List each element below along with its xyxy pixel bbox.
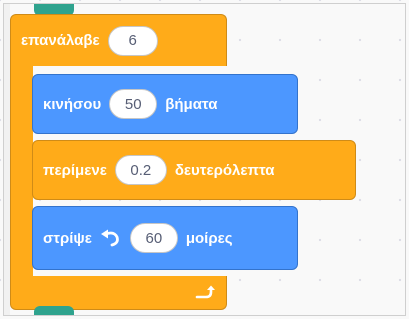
repeat-arrow-icon: [195, 285, 215, 299]
wait-label: περίμενε: [43, 161, 107, 179]
turn-left-block[interactable]: στρίψε 60 μοίρες: [32, 206, 298, 270]
repeat-count-input[interactable]: 6: [107, 25, 158, 56]
move-steps-input[interactable]: 50: [109, 89, 158, 119]
next-block-tab[interactable]: [34, 306, 74, 316]
turn-label: στρίψε: [43, 229, 92, 247]
wait-seconds-input[interactable]: 0.2: [114, 155, 167, 185]
repeat-label: επανάλαβε: [21, 32, 100, 49]
turn-degrees-input[interactable]: 60: [129, 223, 178, 253]
move-steps-block[interactable]: κινήσου 50 βήματα: [32, 74, 298, 134]
rotate-left-icon: [100, 228, 122, 248]
turn-unit-label: μοίρες: [185, 229, 233, 247]
move-label: κινήσου: [43, 95, 102, 113]
repeat-block-arm[interactable]: [10, 64, 33, 278]
wait-unit-label: δευτερόλεπτα: [174, 161, 275, 179]
move-unit-label: βήματα: [165, 95, 218, 113]
repeat-block[interactable]: επανάλαβε 6: [10, 14, 227, 66]
wait-seconds-block[interactable]: περίμενε 0.2 δευτερόλεπτα: [32, 140, 356, 200]
